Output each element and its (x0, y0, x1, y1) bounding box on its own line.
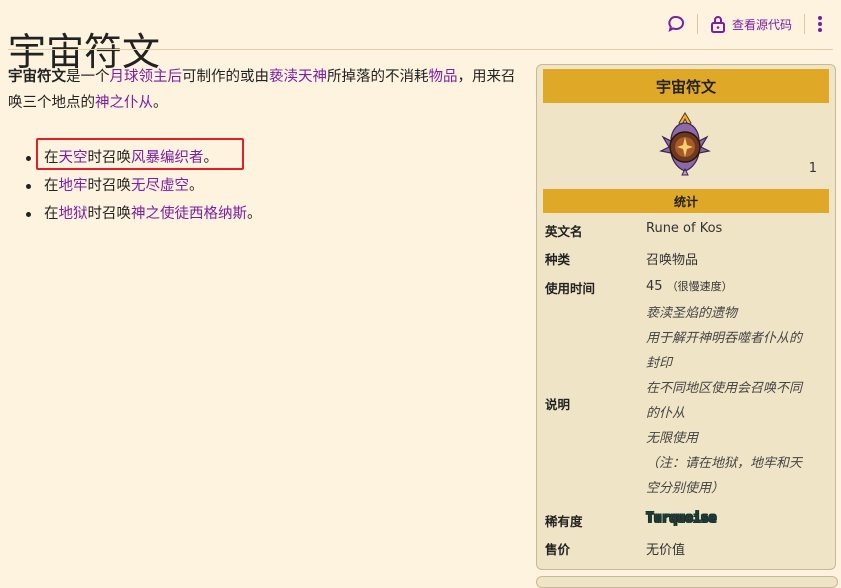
link-dungeon[interactable]: 地牢 (59, 178, 88, 194)
rarity-value: Turquoise (646, 511, 717, 526)
link-moon-lord[interactable]: 月球领主后 (110, 69, 183, 85)
intro-paragraph: 宇宙符文是一个月球领主后可制作的或由亵渎天神所掉落的不消耗物品，用来召唤三个地点… (8, 64, 528, 116)
use-time-note: （很慢速度） (666, 280, 733, 293)
link-providence[interactable]: 亵渎天神 (269, 69, 327, 85)
discussion-icon[interactable] (667, 15, 685, 33)
desc-line: 用于解开神明吞噬者仆从的 (646, 331, 803, 346)
highlight-box (36, 138, 244, 170)
link-underworld[interactable]: 地狱 (59, 206, 88, 222)
intro-text: 。 (153, 95, 168, 111)
link-ceaseless-void[interactable]: 无尽虚空 (131, 178, 189, 194)
infobox: 宇宙符文 1 统计 英文名 Rune of Kos 种类 召唤物品 使用时间 4… (536, 64, 836, 570)
link-signus[interactable]: 神之使徒西格纳斯 (131, 206, 247, 222)
use-time-value: 45 (646, 279, 663, 294)
desc-line: 空分别使用） (646, 481, 725, 496)
list-text: 。 (247, 206, 262, 222)
row-label: 说明 (545, 397, 571, 412)
desc-line: （注：请在地狱，地牢和天 (646, 456, 803, 471)
row-label: 使用时间 (545, 281, 596, 296)
list-text: 在 (44, 206, 59, 222)
title-divider (8, 49, 833, 50)
row-value: Rune of Kos (646, 221, 723, 236)
list-text: 。 (189, 178, 204, 194)
desc-line: 在不同地区使用会召唤不同 (646, 381, 803, 396)
row-value: 召唤物品 (646, 253, 699, 268)
rune-of-kos-icon (655, 111, 715, 177)
item-name-bold: 宇宙符文 (8, 69, 66, 85)
stats-header: 统计 (543, 189, 829, 213)
view-source-button[interactable]: 查看源代码 (710, 15, 792, 33)
lock-icon (710, 15, 726, 33)
desc-line: 亵渎圣焰的遗物 (646, 306, 738, 321)
row-label: 英文名 (545, 224, 583, 239)
link-sentinels[interactable]: 神之仆从 (95, 95, 153, 111)
view-source-label: 查看源代码 (731, 17, 792, 32)
row-label: 售价 (545, 542, 571, 557)
more-menu-icon[interactable] (817, 15, 823, 33)
link-items[interactable]: 物品 (429, 69, 458, 85)
page-actions: 查看源代码 (667, 14, 823, 34)
list-text: 时召唤 (87, 178, 132, 194)
intro-text: 可制作的或由 (182, 69, 269, 85)
action-separator (696, 14, 698, 34)
next-infobox-edge (536, 576, 838, 588)
row-value: 无价值 (646, 543, 686, 558)
list-text: 在 (44, 178, 59, 194)
desc-line: 无限使用 (646, 431, 699, 446)
intro-text: 所掉落的不消耗 (327, 69, 429, 85)
infobox-title: 宇宙符文 (543, 69, 829, 103)
row-value: 45 （很慢速度） (646, 278, 733, 294)
desc-line: 的仆从 (646, 406, 686, 421)
list-text: 时召唤 (87, 206, 132, 222)
action-separator (804, 14, 805, 34)
row-label: 稀有度 (545, 514, 583, 529)
description-text: 亵渎圣焰的遗物 用于解开神明吞噬者仆从的 封印 在不同地区使用会召唤不同 的仆从… (646, 301, 826, 501)
row-label: 种类 (545, 252, 571, 267)
list-item: 在地狱时召唤神之使徒西格纳斯。 (24, 200, 262, 228)
list-item: 在地牢时召唤无尽虚空。 (24, 172, 262, 200)
item-count: 1 (808, 161, 817, 176)
desc-line: 封印 (646, 356, 673, 371)
intro-text: 是一个 (66, 69, 110, 85)
